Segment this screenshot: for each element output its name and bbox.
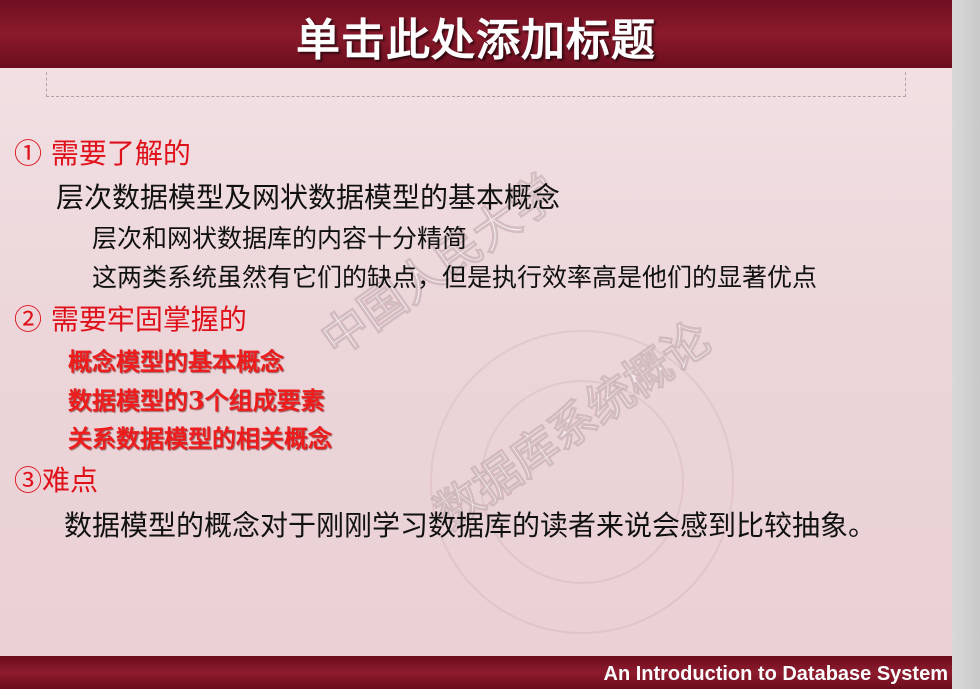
section-heading-understand: ① 需要了解的 <box>14 137 191 170</box>
section-heading-master: ② 需要牢固掌握的 <box>14 303 247 336</box>
difficulty-item: 数据模型的概念对于刚刚学习数据库的读者来说会感到比较抽象。 <box>64 509 877 542</box>
section-heading-difficulty: ③难点 <box>14 464 99 497</box>
master-item: 关系数据模型的相关概念 <box>68 424 332 453</box>
header-bar: 单击此处添加标题 <box>0 0 952 68</box>
master-item: 概念模型的基本概念 <box>68 347 284 376</box>
title-placeholder-box <box>46 72 906 97</box>
slide: 中国人民大学 数据库系统概论 单击此处添加标题 ① 需要了解的 层次数据模型及网… <box>0 0 952 689</box>
footer-course-title: An Introduction to Database System <box>603 663 949 685</box>
window-right-scrollbar[interactable] <box>952 0 980 689</box>
slide-title[interactable]: 单击此处添加标题 <box>0 4 952 68</box>
understand-subitem: 这两类系统虽然有它们的缺点，但是执行效率高是他们的显著优点 <box>92 263 818 292</box>
understand-item: 层次数据模型及网状数据模型的基本概念 <box>56 181 561 214</box>
understand-subitem: 层次和网状数据库的内容十分精简 <box>92 224 468 253</box>
footer-bar: An Introduction to Database System <box>0 656 952 689</box>
master-item: 数据模型的3个组成要素 <box>68 386 325 415</box>
